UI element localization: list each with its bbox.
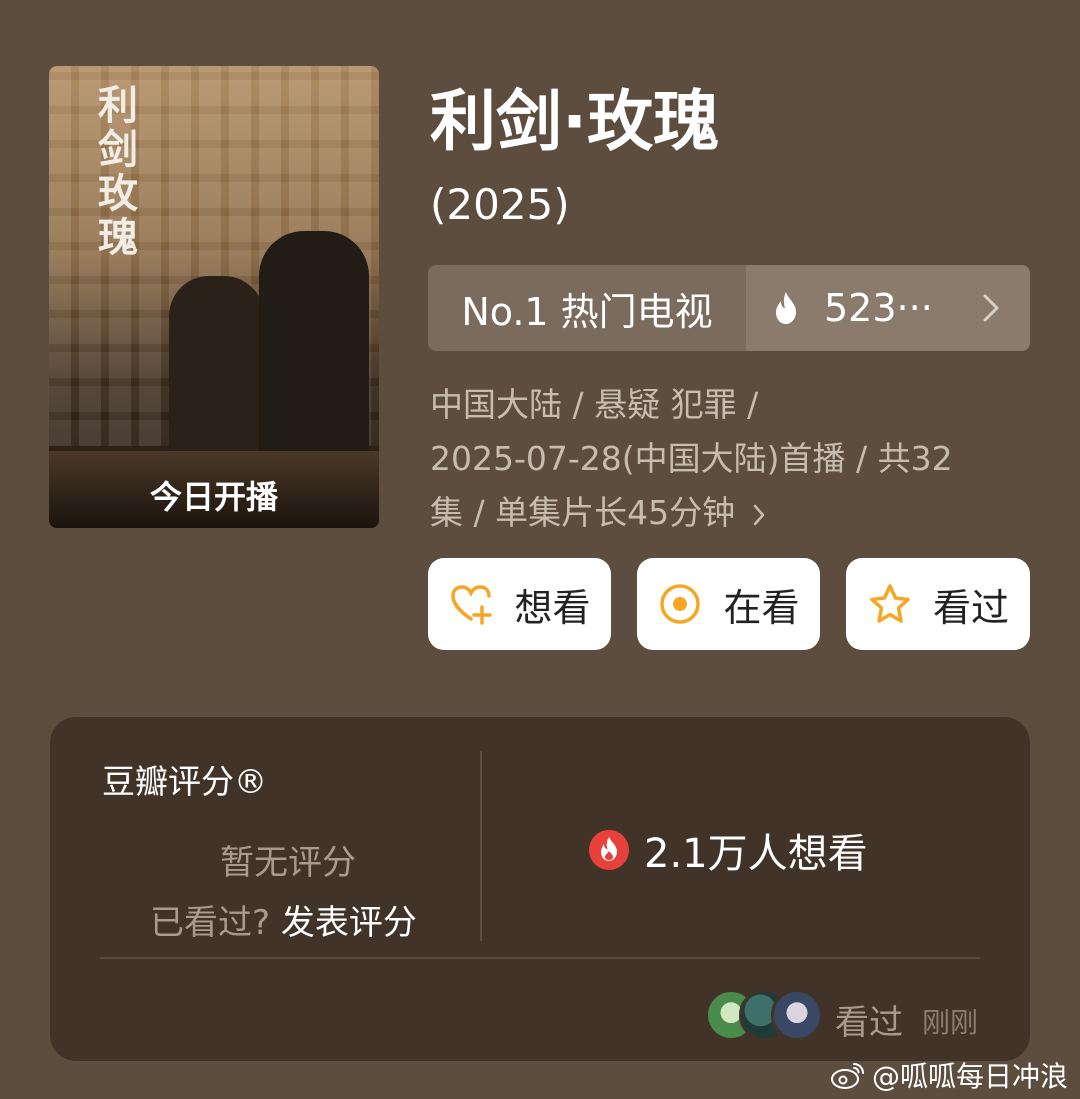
watching-button[interactable]: 在看 — [637, 558, 820, 650]
weibo-watermark: @呱呱每日冲浪 — [830, 1055, 1068, 1095]
heat-section[interactable]: 523··· — [746, 265, 1030, 351]
rank-bar[interactable]: No.1 热门电视 523··· — [428, 265, 1030, 351]
avatar — [771, 989, 823, 1041]
heat-value: 523··· — [824, 286, 933, 330]
meta-line-release: 2025-07-28(中国大陆)首播 / 共32 — [430, 439, 953, 478]
watching-label: 在看 — [723, 585, 800, 630]
want-to-watch-button[interactable]: 想看 — [428, 558, 611, 650]
wish-count[interactable]: 2.1万人想看 — [588, 821, 868, 879]
target-icon — [660, 584, 701, 624]
chevron-right-icon — [753, 504, 764, 525]
fire-badge-icon — [589, 830, 629, 870]
poster-figure-man — [259, 231, 369, 456]
meta-episodes-text: 集 / 单集片长45分钟 — [430, 493, 736, 532]
vertical-divider — [480, 751, 482, 941]
weibo-logo-icon — [831, 1063, 864, 1089]
recent-watched-label: 看过 — [835, 1003, 903, 1043]
meta-line-region-genre: 中国大陆 / 悬疑 犯罪 / — [430, 385, 759, 424]
fire-icon — [776, 292, 796, 324]
rate-link[interactable]: 发表评分 — [281, 903, 417, 943]
page-title: 利剑·玫瑰 — [430, 83, 720, 160]
heart-plus-icon — [451, 585, 493, 625]
avatar-group[interactable] — [705, 989, 825, 1041]
wish-count-text: 2.1万人想看 — [644, 831, 868, 877]
recent-time: 刚刚 — [922, 1006, 979, 1039]
rating-card: 豆瓣评分® 暂无评分 已看过? 发表评分 2.1万人想看 看过 刚刚 — [50, 717, 1030, 1061]
rank-label: No.1 热门电视 — [461, 289, 713, 334]
poster-tag: 今日开播 — [149, 478, 278, 516]
release-year: (2025) — [430, 180, 570, 229]
douban-rating-label: 豆瓣评分® — [102, 762, 267, 801]
star-icon — [870, 584, 910, 623]
poster-image[interactable]: 利剑玫瑰 今日开播 — [49, 66, 379, 528]
want-to-watch-label: 想看 — [514, 585, 591, 630]
watermark-text: @呱呱每日冲浪 — [872, 1060, 1069, 1093]
poster-figure-woman — [169, 276, 264, 456]
meta-info[interactable]: 中国大陆 / 悬疑 犯罪 / 2025-07-28(中国大陆)首播 / 共32 … — [430, 378, 1000, 540]
meta-line-episodes: 集 / 单集片长45分钟 — [430, 486, 1000, 540]
watched-label: 看过 — [932, 585, 1009, 630]
chevron-right-icon — [983, 294, 999, 322]
seen-prompt: 已看过? 发表评分 — [150, 895, 417, 944]
seen-prompt-text: 已看过? — [150, 903, 271, 943]
watched-button[interactable]: 看过 — [846, 558, 1030, 650]
horizontal-divider — [100, 957, 980, 959]
no-score-text: 暂无评分 — [220, 843, 356, 883]
poster-title: 利剑玫瑰 — [98, 82, 138, 261]
